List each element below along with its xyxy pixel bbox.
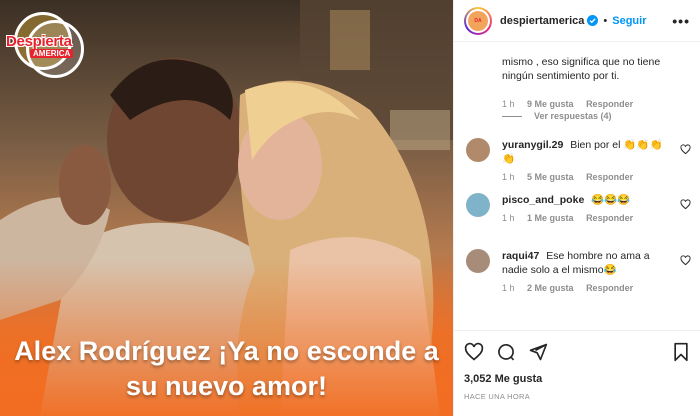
post-side-panel: DA despiertamerica • Seguir ••• mismo , … — [453, 0, 700, 416]
comment-meta: 1 h 1 Me gusta Responder — [502, 213, 667, 223]
comments-list[interactable]: mismo , eso significa que no tiene ningú… — [454, 43, 700, 325]
reply-button[interactable]: Responder — [586, 99, 633, 109]
share-send-icon[interactable] — [528, 342, 548, 362]
post-media[interactable]: Despierta AMERICA Alex Rodríguez ¡Ya no … — [0, 0, 453, 416]
comment-like-heart-icon[interactable] — [680, 255, 691, 266]
author-avatar[interactable]: DA — [464, 6, 492, 35]
comment-item: pisco_and_poke 😂😂😂 1 h 1 Me gusta Respon… — [466, 193, 691, 223]
post-timestamp: HACE UNA HORA — [464, 392, 530, 401]
likes-count[interactable]: 3,052 Me gusta — [464, 373, 691, 385]
comment-likes[interactable]: 2 Me gusta — [527, 283, 574, 293]
comment-meta: 1 h 5 Me gusta Responder — [502, 172, 667, 182]
commenter-username[interactable]: pisco_and_poke — [502, 194, 584, 206]
commenter-username[interactable]: raqui47 — [502, 250, 539, 262]
reply-time[interactable]: 1 h — [502, 99, 515, 109]
commenter-username[interactable]: yuranygil.29 — [502, 139, 563, 151]
comment-likes[interactable]: 5 Me gusta — [527, 172, 574, 182]
post-actions: 3,052 Me gusta HACE UNA HORA — [454, 330, 700, 401]
comment-time[interactable]: 1 h — [502, 172, 515, 182]
commenter-avatar[interactable] — [466, 138, 490, 162]
save-bookmark-icon[interactable] — [671, 342, 691, 362]
separator-dot: • — [603, 14, 608, 27]
commenter-avatar[interactable] — [466, 193, 490, 217]
comment-time[interactable]: 1 h — [502, 283, 515, 293]
like-heart-icon[interactable] — [464, 342, 484, 362]
post-header: DA despiertamerica • Seguir ••• — [454, 0, 700, 42]
view-replies-line — [502, 115, 522, 117]
reply-meta: 1 h 9 Me gusta Responder — [502, 99, 692, 109]
view-replies-label: Ver respuestas (4) — [534, 111, 612, 121]
more-options-icon[interactable]: ••• — [672, 13, 690, 29]
reply-item: mismo , eso significa que no tiene ningú… — [502, 55, 692, 109]
logo-wordmark: Despierta — [6, 33, 72, 50]
comment-likes[interactable]: 1 Me gusta — [527, 213, 574, 223]
follow-button[interactable]: Seguir — [612, 15, 646, 27]
comment-reply-button[interactable]: Responder — [586, 172, 633, 182]
comment-time[interactable]: 1 h — [502, 213, 515, 223]
comment-like-heart-icon[interactable] — [680, 144, 691, 155]
brand-logo: Despierta AMERICA — [4, 6, 84, 86]
action-row — [464, 339, 691, 365]
logo-subtext: AMERICA — [30, 49, 74, 58]
comment-meta: 1 h 2 Me gusta Responder — [502, 283, 667, 293]
commenter-avatar[interactable] — [466, 249, 490, 273]
comment-item: yuranygil.29 Bien por el 👏👏👏👏 1 h 5 Me g… — [466, 138, 691, 182]
comment-item: raqui47 Ese hombre no ama a nadie solo a… — [466, 249, 691, 293]
comment-text: 😂😂😂 — [591, 194, 631, 206]
view-replies-button[interactable]: Ver respuestas (4) — [502, 111, 612, 121]
comment-reply-button[interactable]: Responder — [586, 283, 633, 293]
author-username[interactable]: despiertamerica — [500, 15, 584, 27]
media-headline: Alex Rodríguez ¡Ya no esconde a su nuevo… — [14, 336, 439, 401]
comment-bubble-icon[interactable] — [496, 342, 516, 362]
comment-like-heart-icon[interactable] — [680, 199, 691, 210]
reply-text: mismo , eso significa que no tiene ningú… — [502, 56, 661, 82]
verified-badge-icon — [587, 15, 599, 26]
comment-reply-button[interactable]: Responder — [586, 213, 633, 223]
reply-likes[interactable]: 9 Me gusta — [527, 99, 574, 109]
